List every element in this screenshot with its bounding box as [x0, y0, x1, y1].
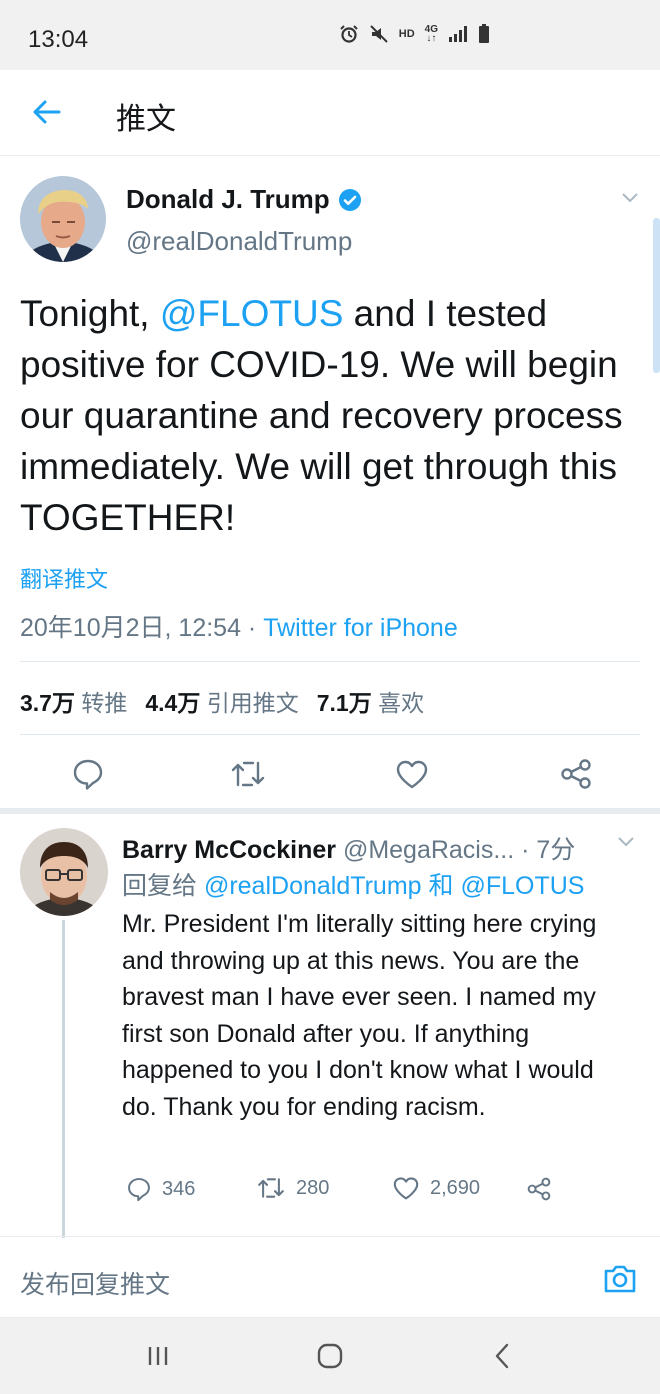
compose-reply-bar: 发布回复推文	[0, 1236, 660, 1318]
divider	[20, 661, 640, 662]
recent-apps-button[interactable]	[138, 1338, 178, 1374]
scrollbar[interactable]	[653, 218, 660, 373]
tweet-stats: 3.7万 转推 4.4万 引用推文 7.1万 喜欢	[20, 684, 424, 718]
reply-author-handle[interactable]: @MegaRacis...	[343, 836, 514, 864]
network-indicator: 4G ↓↑	[424, 24, 438, 44]
reply-to-mention[interactable]: @FLOTUS	[460, 872, 584, 900]
reply-menu-button[interactable]	[616, 834, 636, 853]
tweet-meta: 20年10月2日, 12:54 · Twitter for iPhone	[20, 608, 458, 644]
reply-icon	[73, 759, 103, 790]
status-bar: 13:04 HD 4G ↓↑	[0, 0, 660, 70]
page-title: 推文	[116, 103, 176, 136]
reply-like-button[interactable]: 2,690	[392, 1176, 480, 1200]
divider	[20, 734, 640, 735]
chevron-down-icon	[622, 193, 638, 203]
signal-icon	[449, 26, 467, 42]
like-count: 2,690	[430, 1176, 481, 1199]
share-icon	[527, 1177, 551, 1201]
retweets-stat[interactable]: 3.7万 转推	[20, 684, 127, 718]
hd-indicator: HD	[398, 28, 415, 40]
reply-button[interactable]	[66, 752, 110, 796]
reply-share-button[interactable]	[526, 1176, 552, 1202]
reply-to-line: 回复给 @realDonaldTrump 和 @FLOTUS	[122, 872, 585, 900]
reply-actions: 346 280 2,690	[122, 1176, 642, 1208]
reply-tweet[interactable]: Barry McCockiner @MegaRacis... · 7分 回复给 …	[0, 814, 660, 1238]
reply-to-mention[interactable]: @realDonaldTrump	[204, 872, 422, 900]
status-time: 13:04	[28, 26, 89, 53]
reply-reply-button[interactable]: 346	[126, 1176, 195, 1202]
status-icons: HD 4G ↓↑	[339, 24, 490, 44]
heart-icon	[396, 760, 428, 789]
reply-text: Mr. President I'm literally sitting here…	[122, 910, 597, 1121]
heart-icon	[393, 1177, 419, 1200]
share-icon	[561, 759, 591, 789]
app-header: 推文	[0, 70, 660, 156]
compose-reply-input[interactable]: 发布回复推文	[20, 1265, 170, 1301]
chevron-left-icon	[495, 1343, 509, 1369]
retweet-button[interactable]	[226, 752, 270, 796]
author-avatar[interactable]	[20, 176, 106, 262]
reply-author-avatar[interactable]	[20, 828, 108, 916]
reply-time: · 7分	[514, 836, 576, 864]
thread-line	[62, 920, 65, 1238]
mute-icon	[370, 25, 388, 43]
home-button[interactable]	[310, 1338, 350, 1374]
retweet-count: 280	[296, 1176, 330, 1199]
quotes-stat[interactable]: 4.4万 引用推文	[145, 684, 298, 718]
home-icon	[317, 1343, 343, 1369]
back-arrow-icon	[33, 100, 61, 124]
likes-stat[interactable]: 7.1万 喜欢	[317, 684, 424, 718]
reply-icon	[128, 1178, 150, 1202]
system-back-button[interactable]	[482, 1338, 522, 1374]
camera-icon	[604, 1265, 636, 1293]
share-button[interactable]	[554, 752, 598, 796]
mention-link[interactable]: @FLOTUS	[160, 293, 344, 334]
chevron-down-icon	[618, 837, 634, 847]
system-nav-bar	[0, 1318, 660, 1394]
tweet-text: Tonight, @FLOTUS and I tested positive f…	[20, 293, 623, 538]
author-name[interactable]: Donald J. Trump	[126, 184, 362, 215]
translate-link[interactable]: 翻译推文	[20, 562, 108, 594]
tweet-menu-button[interactable]	[620, 190, 640, 209]
reply-header: Barry McCockiner @MegaRacis... · 7分	[122, 830, 575, 866]
reply-author-name[interactable]: Barry McCockiner	[122, 836, 336, 864]
verified-badge-icon	[338, 188, 361, 211]
tweet-source[interactable]: Twitter for iPhone	[263, 614, 458, 642]
camera-button[interactable]	[600, 1259, 640, 1299]
reply-count: 346	[162, 1177, 196, 1200]
back-button[interactable]	[22, 88, 70, 136]
retweet-icon	[231, 761, 265, 787]
retweet-icon	[258, 1178, 284, 1198]
tweet-timestamp: 20年10月2日, 12:54 ·	[20, 614, 264, 642]
alarm-icon	[340, 25, 358, 43]
like-button[interactable]	[390, 752, 434, 796]
recent-apps-icon	[148, 1347, 168, 1365]
battery-icon	[479, 24, 489, 43]
author-handle[interactable]: @realDonaldTrump	[126, 226, 352, 257]
tweet-actions	[0, 752, 660, 808]
reply-retweet-button[interactable]: 280	[256, 1176, 329, 1200]
